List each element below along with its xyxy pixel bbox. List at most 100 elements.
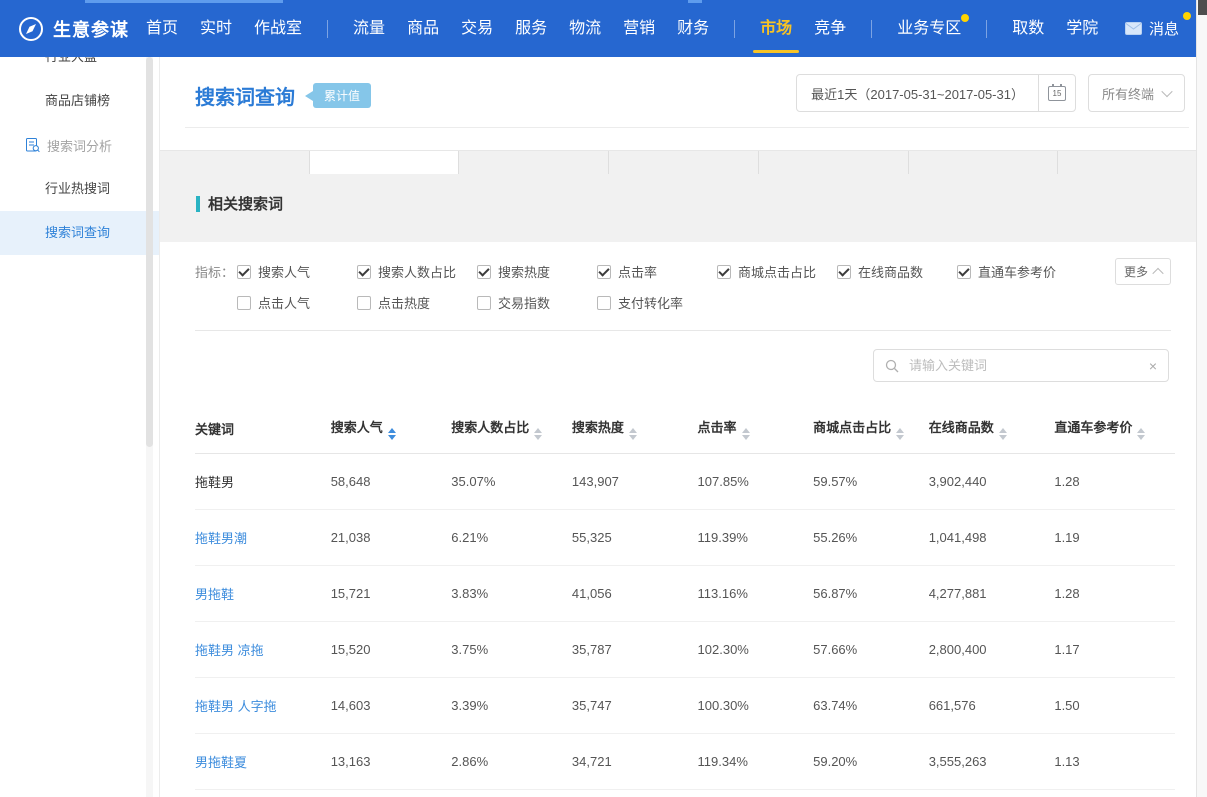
checkbox-pay-conversion[interactable] xyxy=(597,296,611,310)
metric-pay-conversion[interactable]: 支付转化率 xyxy=(597,293,717,312)
metric-click-heat[interactable]: 点击热度 xyxy=(357,293,477,312)
keyword-cell[interactable]: 拖鞋男夏 xyxy=(195,790,331,797)
metric-click-popularity[interactable]: 点击人气 xyxy=(237,293,357,312)
table-row: 拖鞋男 凉拖15,5203.75%35,787102.30%57.66%2,80… xyxy=(195,622,1175,678)
nav-item-trade[interactable]: 交易 xyxy=(450,0,504,57)
metric-click-rate[interactable]: 点击率 xyxy=(597,262,717,281)
keyword-cell[interactable]: 拖鞋男 凉拖 xyxy=(195,622,331,678)
col-header-search-user-ratio[interactable]: 搜索人数占比 xyxy=(451,404,572,454)
nav-divider xyxy=(986,20,987,38)
nav-item-logistics[interactable]: 物流 xyxy=(558,0,612,57)
metric-label: 搜索人数占比 xyxy=(378,262,456,281)
checkbox-online-products[interactable] xyxy=(837,265,851,279)
metric-search-user-ratio[interactable]: 搜索人数占比 xyxy=(357,262,477,281)
sort-icon[interactable] xyxy=(999,428,1007,440)
notification-dot xyxy=(961,14,969,22)
tab-3[interactable] xyxy=(609,151,759,174)
keyword-cell[interactable]: 拖鞋男 人字拖 xyxy=(195,678,331,734)
nav-message-button[interactable]: 消息 xyxy=(1125,0,1207,57)
sort-icon[interactable] xyxy=(629,428,637,440)
metric-ztc-ref-price[interactable]: 直通车参考价 xyxy=(957,262,1077,281)
sort-icon[interactable] xyxy=(534,428,542,440)
nav-item-academy[interactable]: 学院 xyxy=(1055,0,1109,57)
nav-item-marketing[interactable]: 营销 xyxy=(612,0,666,57)
clear-search-icon[interactable]: × xyxy=(1149,359,1157,373)
metric-mall-click-ratio[interactable]: 商城点击占比 xyxy=(717,262,837,281)
value-cell: 661,576 xyxy=(929,678,1055,734)
col-header-search-heat[interactable]: 搜索热度 xyxy=(572,404,698,454)
sort-down-arrow xyxy=(896,435,904,440)
value-cell: 1.13 xyxy=(1054,734,1175,790)
sidebar-section-search-analysis[interactable]: 搜索词分析 xyxy=(0,123,159,167)
brand-name: 生意参谋 xyxy=(53,16,129,42)
tab-5[interactable] xyxy=(909,151,1059,174)
col-header-search-popularity[interactable]: 搜索人气 xyxy=(331,404,452,454)
checkbox-search-heat[interactable] xyxy=(477,265,491,279)
sort-icon[interactable] xyxy=(896,428,904,440)
sort-icon[interactable] xyxy=(742,428,750,440)
tab-6[interactable] xyxy=(1058,151,1207,174)
nav-item-service[interactable]: 服务 xyxy=(504,0,558,57)
value-cell: 35.07% xyxy=(451,454,572,510)
sort-icon[interactable] xyxy=(388,428,396,440)
value-cell: 15,520 xyxy=(331,622,452,678)
page-scrollbar[interactable] xyxy=(1196,0,1207,797)
date-range-button[interactable]: 最近1天（2017-05-31~2017-05-31） 15 xyxy=(796,74,1076,112)
tab-1[interactable] xyxy=(310,151,460,174)
table-row: 拖鞋男潮21,0386.21%55,325119.39%55.26%1,041,… xyxy=(195,510,1175,566)
metric-search-popularity[interactable]: 搜索人气 xyxy=(237,262,357,281)
table-row: 拖鞋男58,64835.07%143,907107.85%59.57%3,902… xyxy=(195,454,1175,510)
checkbox-click-rate[interactable] xyxy=(597,265,611,279)
nav-item-business-zone[interactable]: 业务专区 xyxy=(886,0,972,57)
keyword-cell[interactable]: 男拖鞋夏 xyxy=(195,734,331,790)
col-header-ztc-ref-price[interactable]: 直通车参考价 xyxy=(1054,404,1175,454)
tab-0[interactable] xyxy=(160,151,310,174)
terminal-select[interactable]: 所有终端 xyxy=(1088,74,1185,112)
nav-item-home[interactable]: 首页 xyxy=(135,0,189,57)
metric-trade-index[interactable]: 交易指数 xyxy=(477,293,597,312)
nav-item-finance[interactable]: 财务 xyxy=(666,0,720,57)
metric-online-products[interactable]: 在线商品数 xyxy=(837,262,957,281)
nav-item-traffic[interactable]: 流量 xyxy=(342,0,396,57)
brand-logo[interactable]: 生意参谋 xyxy=(18,16,129,42)
sidebar-item-search-query[interactable]: 搜索词查询 xyxy=(0,211,159,255)
checkbox-search-popularity[interactable] xyxy=(237,265,251,279)
value-cell: 1.17 xyxy=(1054,622,1175,678)
nav-item-data-extract[interactable]: 取数 xyxy=(1001,0,1055,57)
checkbox-trade-index[interactable] xyxy=(477,296,491,310)
metric-label: 点击率 xyxy=(618,262,657,281)
sidebar-item-industry-overview[interactable]: 行业大盘 xyxy=(0,57,159,79)
sort-icon[interactable] xyxy=(1137,428,1145,440)
checkbox-ztc-ref-price[interactable] xyxy=(957,265,971,279)
calendar-button[interactable]: 15 xyxy=(1038,75,1075,111)
tab-4[interactable] xyxy=(759,151,909,174)
col-header-online-products[interactable]: 在线商品数 xyxy=(929,404,1055,454)
chevron-down-icon xyxy=(1161,86,1172,97)
page-scrollbar-thumb[interactable] xyxy=(1198,0,1207,15)
sidebar-item-product-shop-rank[interactable]: 商品店铺榜 xyxy=(0,79,159,123)
checkbox-click-heat[interactable] xyxy=(357,296,371,310)
value-cell: 28,737 xyxy=(572,790,698,797)
nav-item-competition[interactable]: 竞争 xyxy=(803,0,857,57)
keyword-cell[interactable]: 男拖鞋 xyxy=(195,566,331,622)
nav-divider xyxy=(871,20,872,38)
keyword-search-input[interactable] xyxy=(907,357,1149,374)
sidebar-item-industry-hot-words[interactable]: 行业热搜词 xyxy=(0,167,159,211)
value-cell: 55,325 xyxy=(572,510,698,566)
nav-item-market[interactable]: 市场 xyxy=(749,0,803,57)
metric-search-heat[interactable]: 搜索热度 xyxy=(477,262,597,281)
keyword-cell[interactable]: 拖鞋男潮 xyxy=(195,510,331,566)
checkbox-search-user-ratio[interactable] xyxy=(357,265,371,279)
tab-2[interactable] xyxy=(459,151,609,174)
sidebar-scrollbar[interactable] xyxy=(146,57,153,797)
checkbox-mall-click-ratio[interactable] xyxy=(717,265,731,279)
nav-item-realtime[interactable]: 实时 xyxy=(189,0,243,57)
nav-item-product[interactable]: 商品 xyxy=(396,0,450,57)
nav-item-war-room[interactable]: 作战室 xyxy=(243,0,313,57)
more-button[interactable]: 更多 xyxy=(1115,258,1171,285)
col-header-mall-click-ratio[interactable]: 商城点击占比 xyxy=(813,404,929,454)
checkbox-click-popularity[interactable] xyxy=(237,296,251,310)
col-header-click-rate[interactable]: 点击率 xyxy=(698,404,814,454)
sidebar-scrollbar-thumb[interactable] xyxy=(146,57,153,447)
col-header-label: 直通车参考价 xyxy=(1054,420,1132,435)
